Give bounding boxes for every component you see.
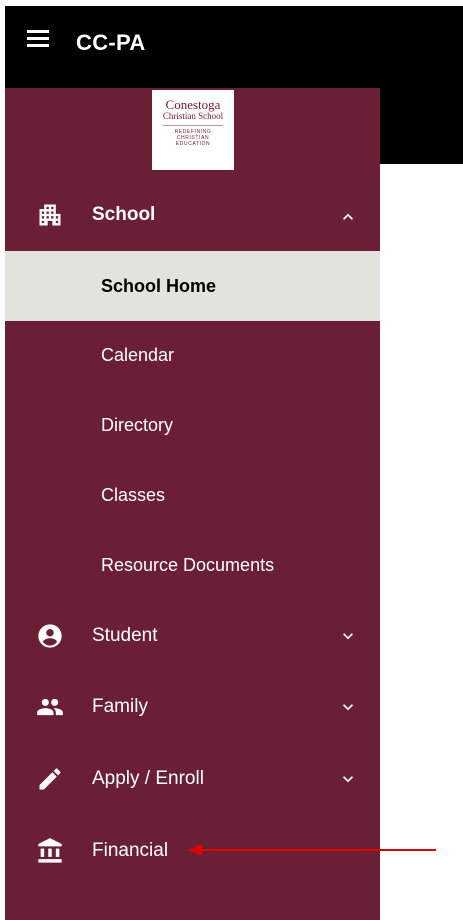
bank-icon: [38, 838, 62, 863]
sidebar-item-family-label: Family: [92, 696, 148, 717]
chevron-down-icon[interactable]: [338, 769, 358, 789]
sidebar-subitem-school-home[interactable]: School Home: [5, 251, 380, 321]
sidebar-item-apply-enroll-label: Apply / Enroll: [92, 768, 204, 789]
app-title: CC-PA: [76, 30, 146, 55]
sidebar-item-student-label: Student: [92, 625, 158, 646]
sidebar-subitem-label: Directory: [101, 415, 174, 435]
sidebar-subitem-calendar[interactable]: Calendar: [5, 321, 380, 391]
sidebar-subitem-resource-documents[interactable]: Resource Documents: [5, 531, 380, 601]
sidebar-subitem-label: School Home: [101, 276, 217, 296]
pencil-icon: [39, 768, 61, 790]
sidebar-item-financial-label: Financial: [92, 840, 169, 861]
sidebar-item-school[interactable]: School: [5, 186, 380, 246]
chevron-down-icon[interactable]: [338, 626, 358, 646]
sidebar-item-student[interactable]: Student: [5, 605, 380, 667]
top-app-bar: [5, 6, 463, 88]
people-icon: [37, 698, 63, 716]
chevron-up-icon[interactable]: [338, 207, 358, 227]
account-circle-icon: [38, 624, 62, 648]
school-logo[interactable]: Conestoga Christian School REDEFINING CH…: [152, 90, 234, 170]
sidebar-subitem-classes[interactable]: Classes: [5, 461, 380, 531]
building-icon: [39, 204, 61, 226]
sidebar-item-school-label: School: [92, 204, 156, 225]
hamburger-menu-icon[interactable]: [27, 30, 49, 47]
sidebar-subitem-directory[interactable]: Directory: [5, 391, 380, 461]
top-app-bar-extension: [380, 88, 463, 164]
sidebar-item-family[interactable]: Family: [5, 676, 380, 738]
chevron-down-icon[interactable]: [338, 697, 358, 717]
sidebar-subitem-label: Resource Documents: [101, 555, 275, 575]
sidebar-item-apply-enroll[interactable]: Apply / Enroll: [5, 748, 380, 810]
annotation-arrow: [188, 844, 436, 856]
sidebar-subitem-label: Classes: [101, 485, 166, 505]
sidebar-subitem-label: Calendar: [101, 345, 175, 365]
